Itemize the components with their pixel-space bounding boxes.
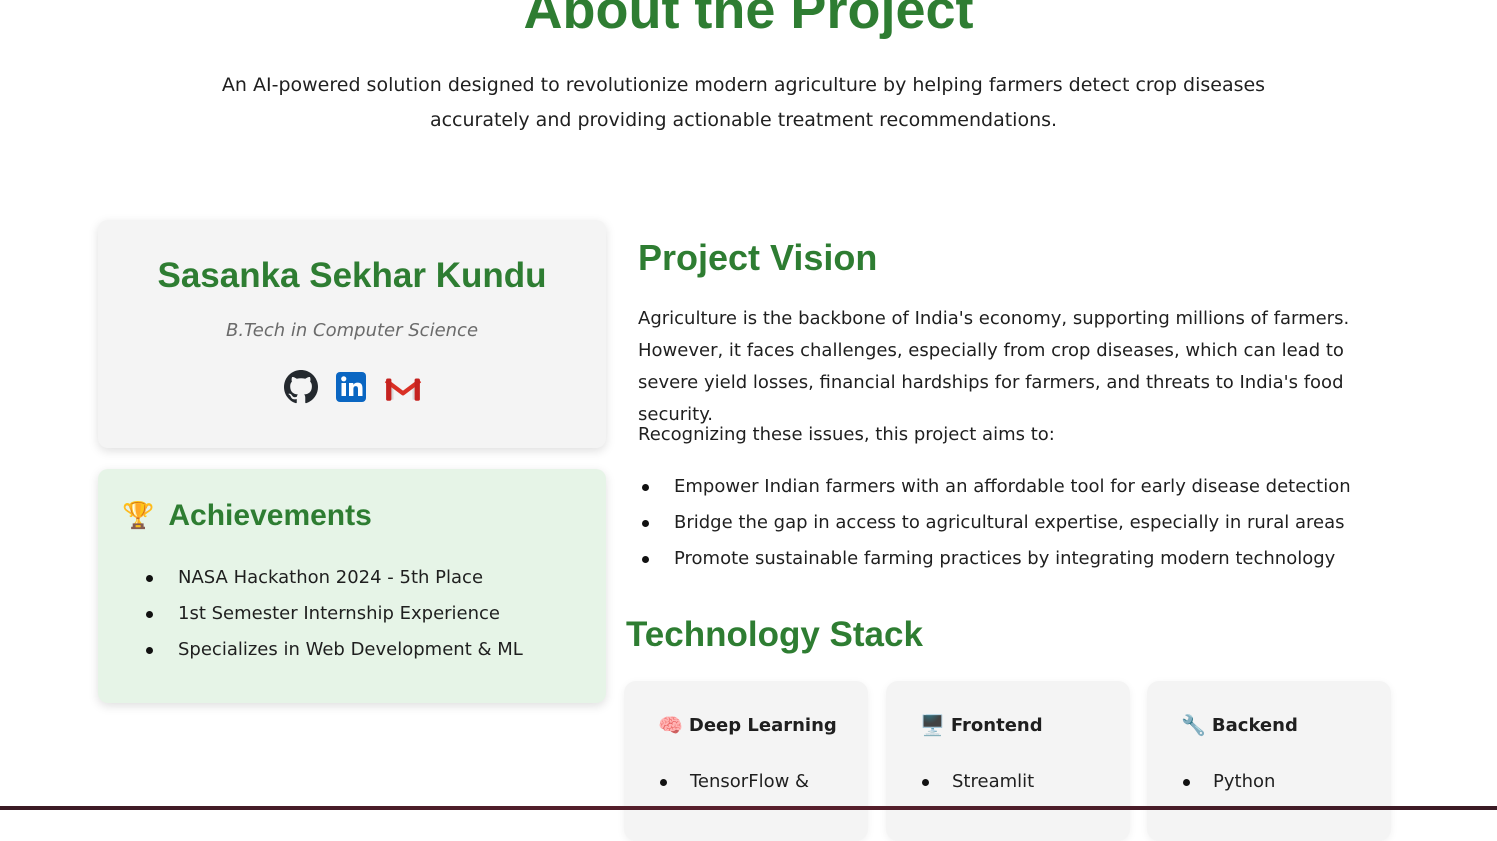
linkedin-icon[interactable]	[334, 370, 368, 404]
tech-stack-title: Technology Stack	[626, 615, 923, 654]
tech-card-frontend: 🖥️ Frontend Streamlit	[886, 681, 1130, 841]
list-item: Bridge the gap in access to agricultural…	[642, 509, 1351, 545]
profile-card: Sasanka Sekhar Kundu B.Tech in Computer …	[98, 220, 606, 448]
gmail-icon[interactable]	[384, 372, 422, 402]
monitor-icon: 🖥️	[920, 713, 945, 737]
achievements-title: Achievements	[168, 499, 372, 532]
tech-list: TensorFlow &	[659, 768, 809, 796]
wrench-icon: 🔧	[1181, 713, 1206, 737]
list-item: TensorFlow &	[659, 768, 809, 796]
aims-list: Empower Indian farmers with an affordabl…	[642, 473, 1351, 581]
page-title: About the Project	[523, 0, 974, 40]
vision-title: Project Vision	[638, 237, 878, 278]
tech-card-deep-learning: 🧠 Deep Learning TensorFlow &	[624, 681, 868, 841]
tech-list: Python	[1182, 768, 1275, 796]
gmail-link[interactable]	[384, 372, 422, 402]
project-intro: An AI-powered solution designed to revol…	[221, 74, 1266, 131]
github-icon[interactable]	[284, 370, 318, 404]
tech-card-backend: 🔧 Backend Python	[1147, 681, 1391, 841]
author-name: Sasanka Sekhar Kundu	[157, 256, 547, 295]
list-item: 1st Semester Internship Experience	[146, 600, 523, 636]
list-item: Specializes in Web Development & ML	[146, 636, 523, 672]
list-item: NASA Hackathon 2024 - 5th Place	[146, 564, 523, 600]
tech-card-title: Backend	[1211, 714, 1298, 736]
bottom-strip	[0, 806, 1497, 810]
social-links	[284, 370, 422, 404]
achievements-list: NASA Hackathon 2024 - 5th Place 1st Seme…	[146, 564, 523, 672]
list-item: Streamlit	[921, 768, 1034, 796]
tech-card-title: Deep Learning	[688, 714, 837, 736]
list-item: Empower Indian farmers with an affordabl…	[642, 473, 1351, 509]
aims-intro: Recognizing these issues, this project a…	[638, 424, 1055, 445]
author-degree: B.Tech in Computer Science	[225, 320, 479, 341]
linkedin-link[interactable]	[334, 370, 368, 404]
list-item: Python	[1182, 768, 1275, 796]
tech-list: Streamlit	[921, 768, 1034, 796]
brain-icon: 🧠	[658, 713, 683, 737]
vision-paragraph: Agriculture is the backbone of India's e…	[638, 308, 1350, 425]
trophy-icon: 🏆	[122, 501, 155, 531]
github-link[interactable]	[284, 370, 318, 404]
list-item: Promote sustainable farming practices by…	[642, 545, 1351, 581]
tech-card-title: Frontend	[950, 714, 1043, 736]
